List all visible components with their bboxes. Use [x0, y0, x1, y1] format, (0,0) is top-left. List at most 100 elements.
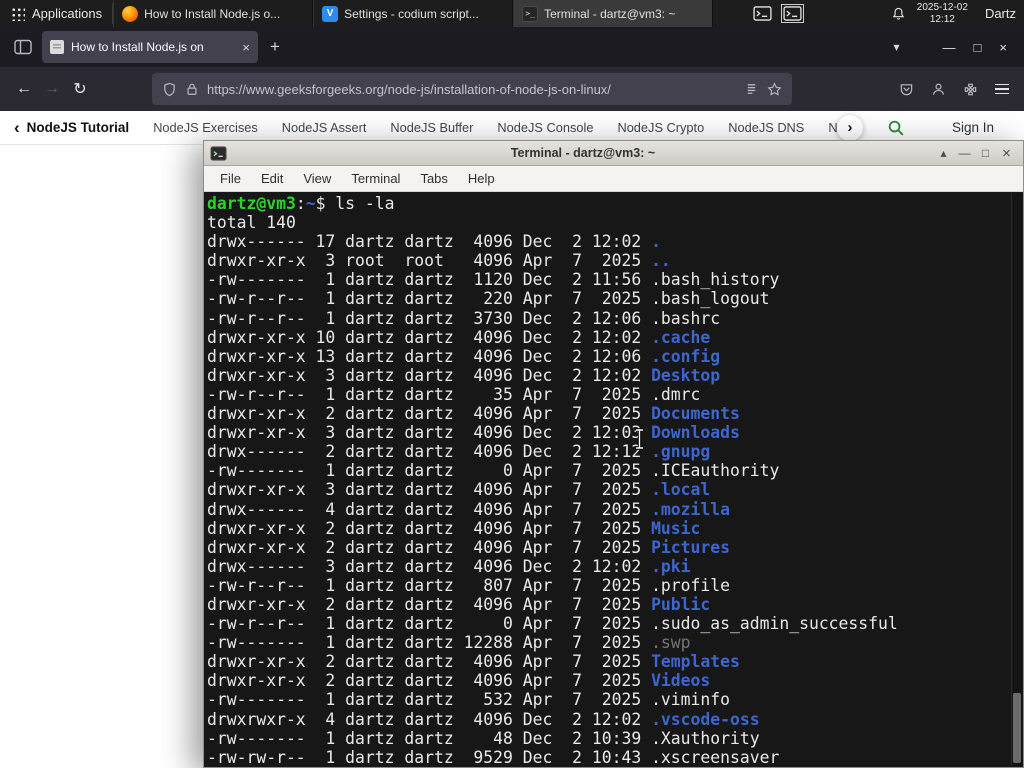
terminal-listing-line: drwx------ 17 dartz dartz 4096 Dec 2 12:…	[207, 232, 661, 252]
terminal-listing-line: drwx------ 4 dartz dartz 4096 Apr 7 2025…	[207, 499, 731, 519]
menu-view[interactable]: View	[293, 171, 341, 186]
terminal-listing-line: drwxr-xr-x 2 dartz dartz 4096 Apr 7 2025…	[207, 518, 701, 538]
applications-menu-button[interactable]: Applications	[0, 0, 112, 27]
sign-in-button[interactable]: Sign In	[952, 120, 994, 135]
reader-view-icon[interactable]	[744, 82, 759, 97]
taskbar-button-firefox[interactable]: How to Install Node.js o...	[113, 0, 314, 27]
terminal-listing-line: drwxr-xr-x 2 dartz dartz 4096 Apr 7 2025…	[207, 652, 740, 672]
taskbar-button-codium[interactable]: V Settings - codium script...	[313, 0, 514, 27]
forward-button[interactable]: →	[38, 80, 66, 98]
terminal-icon: >_	[522, 5, 539, 22]
menu-icon[interactable]	[995, 83, 1009, 95]
top-panel: Applications How to Install Node.js o...…	[0, 0, 1024, 27]
window-shade-icon[interactable]: ▴	[933, 146, 954, 160]
terminal-listing-line: -rw------- 1 dartz dartz 532 Apr 7 2025 …	[207, 690, 731, 710]
lock-icon[interactable]	[185, 82, 199, 96]
terminal-app-icon	[210, 145, 227, 162]
terminal-listing-line: -rw------- 1 dartz dartz 0 Apr 7 2025 .I…	[207, 461, 780, 481]
firefox-icon	[122, 5, 139, 22]
tray-terminal-icon[interactable]	[753, 6, 772, 21]
window-maximize-button[interactable]: □	[974, 40, 982, 55]
terminal-listing-line: -rw-r--r-- 1 dartz dartz 0 Apr 7 2025 .s…	[207, 614, 898, 634]
terminal-listing-line: drwx------ 3 dartz dartz 4096 Dec 2 12:0…	[207, 556, 691, 576]
terminal-scrollbar[interactable]	[1011, 193, 1022, 766]
menu-edit[interactable]: Edit	[251, 171, 293, 186]
terminal-listing-line: drwxr-xr-x 3 dartz dartz 4096 Dec 2 12:0…	[207, 423, 740, 443]
site-nav-link[interactable]: NodeJS Exercises	[153, 120, 258, 135]
terminal-listing-line: -rw------- 1 dartz dartz 1120 Dec 2 11:5…	[207, 270, 780, 290]
tray-terminal-icon-focused[interactable]	[780, 4, 804, 23]
terminal-listing-line: drwx------ 2 dartz dartz 4096 Dec 2 12:1…	[207, 442, 711, 462]
site-nav-link[interactable]: NodeJS Buffer	[390, 120, 473, 135]
url-bar[interactable]: https://www.geeksforgeeks.org/node-js/in…	[152, 73, 792, 105]
page-favicon	[50, 40, 64, 54]
task-label: Settings - codium script...	[344, 6, 479, 21]
menu-file[interactable]: File	[210, 171, 251, 186]
menu-tabs[interactable]: Tabs	[410, 171, 457, 186]
notification-bell-icon[interactable]	[891, 6, 906, 22]
terminal-listing-line: drwxr-xr-x 2 dartz dartz 4096 Apr 7 2025…	[207, 404, 740, 424]
tracking-shield-icon[interactable]	[162, 82, 177, 97]
terminal-listing-line: drwxr-xr-x 2 dartz dartz 4096 Apr 7 2025…	[207, 671, 711, 691]
terminal-listing-line: -rw-rw-r-- 1 dartz dartz 9529 Dec 2 10:4…	[207, 747, 780, 767]
tab-title: How to Install Node.js on	[71, 40, 204, 54]
terminal-window: Terminal - dartz@vm3: ~ ▴ — □ × File Edit…	[203, 140, 1024, 768]
terminal-listing-line: -rw-r--r-- 1 dartz dartz 35 Apr 7 2025 .…	[207, 384, 701, 404]
url-text: https://www.geeksforgeeks.org/node-js/in…	[207, 81, 611, 97]
terminal-listing-line: drwxrwxr-x 4 dartz dartz 4096 Dec 2 12:0…	[207, 709, 760, 729]
window-close-button[interactable]: ×	[999, 40, 1007, 55]
task-label: Terminal - dartz@vm3: ~	[544, 6, 676, 21]
search-icon[interactable]	[887, 119, 904, 136]
clock-time: 12:12	[929, 13, 955, 25]
back-button[interactable]: ←	[10, 80, 38, 98]
tab-bar: How to Install Node.js on × + ▾ — □ ×	[0, 27, 1024, 67]
scrollbar-thumb[interactable]	[1013, 693, 1021, 763]
account-icon[interactable]	[931, 82, 946, 97]
terminal-listing-line: drwxr-xr-x 3 dartz dartz 4096 Dec 2 12:0…	[207, 365, 721, 385]
site-nav-link[interactable]: NodeJS Crypto	[617, 120, 704, 135]
site-nav-links: NodeJS Exercises NodeJS Assert NodeJS Buff…	[153, 120, 850, 135]
menu-help[interactable]: Help	[458, 171, 505, 186]
panel-tray: 2025-12-02 12:12 Dartz	[753, 0, 1024, 27]
codium-icon: V	[322, 5, 339, 22]
terminal-output[interactable]: dartz@vm3:~$ ls -la total 140 drwx------ 1…	[204, 192, 1023, 767]
window-minimize-button[interactable]: —	[943, 40, 956, 55]
clock-date: 2025-12-02	[916, 2, 968, 13]
site-nav-active[interactable]: NodeJS Tutorial	[27, 120, 130, 135]
tab-close-icon[interactable]: ×	[242, 40, 250, 55]
applications-icon	[10, 6, 25, 21]
chevron-left-icon[interactable]: ‹	[14, 118, 20, 138]
terminal-total-line: total 140	[207, 213, 296, 233]
terminal-listing-line: drwxr-xr-x 13 dartz dartz 4096 Dec 2 12:…	[207, 346, 721, 366]
terminal-minimize-icon[interactable]: —	[954, 146, 975, 160]
pocket-icon[interactable]	[899, 82, 914, 97]
firefox-view-icon[interactable]	[14, 39, 32, 55]
browser-tab[interactable]: How to Install Node.js on ×	[42, 31, 258, 63]
bookmark-star-icon[interactable]	[767, 81, 782, 97]
terminal-prompt-line: dartz@vm3:~$ ls -la	[207, 194, 395, 213]
site-nav-link[interactable]: NodeJS Console	[497, 120, 593, 135]
terminal-listing-line: -rw------- 1 dartz dartz 12288 Apr 7 202…	[207, 633, 691, 653]
reload-button[interactable]: ↻	[66, 79, 94, 99]
terminal-listing-line: drwxr-xr-x 10 dartz dartz 4096 Dec 2 12:…	[207, 327, 711, 347]
taskbar-button-terminal[interactable]: >_ Terminal - dartz@vm3: ~	[513, 0, 714, 27]
extensions-icon[interactable]	[963, 82, 978, 97]
list-tabs-chevron-icon[interactable]: ▾	[894, 40, 900, 54]
applications-label: Applications	[32, 6, 103, 21]
terminal-listing-line: -rw------- 1 dartz dartz 48 Dec 2 10:39 …	[207, 728, 760, 748]
terminal-titlebar[interactable]: Terminal - dartz@vm3: ~ ▴ — □ ×	[204, 141, 1023, 166]
terminal-listing-line: drwxr-xr-x 2 dartz dartz 4096 Apr 7 2025…	[207, 594, 711, 614]
site-nav-link[interactable]: NodeJS Assert	[282, 120, 367, 135]
task-label: How to Install Node.js o...	[144, 6, 281, 21]
menu-terminal[interactable]: Terminal	[341, 171, 410, 186]
terminal-listing-line: drwxr-xr-x 2 dartz dartz 4096 Apr 7 2025…	[207, 537, 731, 557]
terminal-listing-line: drwxr-xr-x 3 root root 4096 Apr 7 2025 .…	[207, 251, 671, 271]
site-nav-link[interactable]: NodeJS DNS	[728, 120, 804, 135]
terminal-maximize-icon[interactable]: □	[975, 146, 996, 160]
terminal-listing-line: -rw-r--r-- 1 dartz dartz 3730 Dec 2 12:0…	[207, 308, 721, 328]
chevron-right-icon[interactable]: ›	[836, 114, 863, 141]
terminal-close-icon[interactable]: ×	[996, 145, 1017, 162]
new-tab-button[interactable]: +	[270, 37, 280, 57]
browser-toolbar: ← → ↻ https://www.geeksforgeeks.org/node…	[0, 67, 1024, 111]
clock[interactable]: 2025-12-02 12:12	[917, 2, 968, 25]
